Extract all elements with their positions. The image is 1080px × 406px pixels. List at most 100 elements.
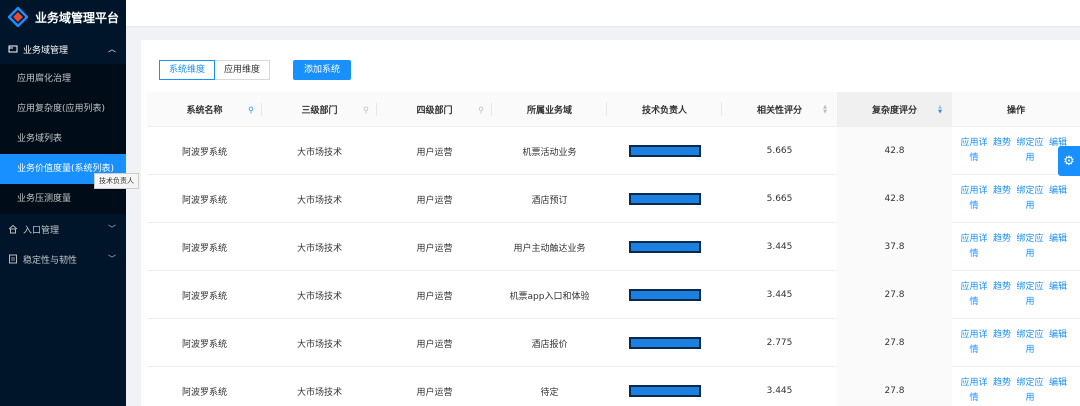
menu-group-entry[interactable]: 入口管理 ﹀: [0, 214, 126, 244]
bind-app-link[interactable]: 绑定应用: [1016, 136, 1044, 166]
sidebar-item-app-complexity[interactable]: 应用复杂度(应用列表): [0, 94, 126, 124]
row-actions: 应用详情 趋势 绑定应用 编辑: [960, 328, 1072, 358]
bind-app-link[interactable]: 绑定应用: [1016, 280, 1044, 310]
search-icon[interactable]: ⚲: [363, 105, 369, 114]
col-actions: 操作: [1006, 106, 1025, 116]
cell-owner: [607, 127, 722, 175]
col-owner: 技术负责人: [607, 92, 722, 127]
cell-relevance: 2.775: [766, 338, 793, 348]
cell-owner: [607, 319, 722, 367]
cell-dept4: 用户运营: [416, 339, 453, 350]
cell-domain: 机票活动业务: [522, 147, 577, 158]
cell-dept3: 大市场技术: [296, 291, 342, 302]
table-row: 阿波罗系统 大市场技术 用户运营 待定 3.445 27.8 应用详情 趋势 绑定应用 编辑: [147, 367, 1080, 406]
table-body: 阿波罗系统 大市场技术 用户运营 机票活动业务 5.665 42.8 应用详情 趋势 绑定应用编…: [147, 127, 1080, 406]
sort-icon[interactable]: ▲ ▼: [938, 104, 942, 115]
trend-link[interactable]: 趋势: [988, 328, 1016, 358]
row-actions: 应用详情 趋势 绑定应用 编辑: [960, 376, 1072, 406]
trend-link[interactable]: 趋势: [988, 280, 1016, 310]
chevron-down-icon: ﹀: [108, 254, 116, 264]
edit-link[interactable]: 编辑: [1044, 184, 1072, 214]
cell-dept3: 大市场技术: [296, 387, 342, 398]
cell-owner: [607, 175, 722, 223]
menu-group-stability[interactable]: 稳定性与韧性 ﹀: [0, 244, 126, 274]
chevron-down-icon: ﹀: [108, 224, 116, 234]
cell-actions: 应用详情 趋势 绑定应用 编辑: [952, 175, 1080, 223]
bind-app-link[interactable]: 绑定应用: [1016, 184, 1044, 214]
cell-system-name: 阿波罗系统: [181, 291, 227, 302]
cell-complexity: 42.8: [837, 175, 952, 223]
settings-gear-button[interactable]: ⚙: [1058, 146, 1080, 176]
menu-group-label: 稳定性与韧性: [23, 255, 78, 266]
menu-group-label: 入口管理: [23, 225, 60, 236]
redacted-owner: [628, 385, 701, 397]
row-actions: 应用详情 趋势 绑定应用 编辑: [960, 280, 1072, 310]
redacted-owner: [628, 337, 701, 349]
table-header: 系统名称 ⚲ 三级部门 ⚲ 四级部门 ⚲ 所属业务域 技术负责人 相关性评分 ▲…: [147, 92, 1080, 127]
app-detail-link[interactable]: 应用详情: [960, 136, 988, 166]
top-header: [126, 0, 1080, 27]
cell-complexity: 27.8: [837, 271, 952, 319]
col-dept3: 三级部门 ⚲: [262, 92, 377, 127]
col-relevance[interactable]: 相关性评分 ▲ ▼: [722, 92, 837, 127]
app-detail-link[interactable]: 应用详情: [960, 184, 988, 214]
sidebar-item-app-decay[interactable]: 应用腐化治理: [0, 64, 126, 94]
search-icon[interactable]: ⚲: [478, 105, 484, 114]
table-row: 阿波罗系统 大市场技术 用户运营 机票app入口和体验 3.445 27.8 应用详情 趋势绑…: [147, 271, 1080, 319]
cell-dept4: 用户运营: [416, 195, 453, 206]
row-actions: 应用详情 趋势 绑定应用 编辑: [960, 136, 1072, 166]
edit-link[interactable]: 编辑: [1044, 232, 1072, 262]
table-row: 阿波罗系统 大市场技术 用户运营 机票活动业务 5.665 42.8 应用详情 趋势 绑定应用编…: [147, 127, 1080, 175]
edit-link[interactable]: 编辑: [1044, 280, 1072, 310]
menu-group-label: 业务域管理: [23, 45, 69, 56]
trend-link[interactable]: 趋势: [988, 136, 1016, 166]
cell-actions: 应用详情 趋势 绑定应用 编辑: [952, 271, 1080, 319]
redacted-owner: [628, 241, 701, 253]
cell-system-name: 阿波罗系统: [181, 147, 227, 158]
tab-app-dimension[interactable]: 应用维度: [215, 60, 271, 80]
sidebar-item-domain-list[interactable]: 业务域列表: [0, 124, 126, 154]
cell-domain: 酒店预订: [531, 195, 568, 206]
table-row: 阿波罗系统 大市场技术 用户运营 用户主动触达业务 3.445 37.8 应用详情 趋势 绑定应…: [147, 223, 1080, 271]
app-detail-link[interactable]: 应用详情: [960, 232, 988, 262]
edit-link[interactable]: 编辑: [1044, 376, 1072, 406]
trend-link[interactable]: 趋势: [988, 376, 1016, 406]
cell-dept3: 大市场技术: [296, 147, 342, 158]
edit-link[interactable]: 编辑: [1044, 328, 1072, 358]
cell-dept3: 大市场技术: [296, 339, 342, 350]
cell-owner: [607, 223, 722, 271]
cell-complexity: 27.8: [837, 367, 952, 406]
search-icon[interactable]: ⚲: [248, 105, 254, 114]
row-actions: 应用详情 趋势 绑定应用 编辑: [960, 184, 1072, 214]
submenu-domain: 应用腐化治理 应用复杂度(应用列表) 业务域列表 业务价值度量(系统列表) 业务…: [0, 64, 126, 214]
menu-group-domain[interactable]: 业务域管理 ︿: [0, 34, 126, 64]
bind-app-link[interactable]: 绑定应用: [1016, 232, 1044, 262]
app-detail-link[interactable]: 应用详情: [960, 280, 988, 310]
cell-dept3: 大市场技术: [296, 195, 342, 206]
cell-owner: [607, 367, 722, 406]
col-complexity[interactable]: 复杂度评分 ▲ ▼: [837, 92, 952, 127]
trend-link[interactable]: 趋势: [988, 184, 1016, 214]
cell-dept4: 用户运营: [416, 243, 453, 254]
app-detail-link[interactable]: 应用详情: [960, 328, 988, 358]
sort-icon[interactable]: ▲ ▼: [823, 104, 827, 115]
redacted-owner: [628, 193, 701, 205]
cell-relevance: 3.445: [766, 386, 793, 396]
bind-app-link[interactable]: 绑定应用: [1016, 328, 1044, 358]
tab-system-dimension[interactable]: 系统维度: [159, 60, 216, 80]
cell-actions: 应用详情 趋势 绑定应用 编辑: [952, 367, 1080, 406]
cell-owner: [607, 271, 722, 319]
redacted-owner: [628, 289, 701, 301]
cell-domain: 酒店报价: [531, 339, 568, 350]
tooltip: 技术负责人: [94, 173, 139, 189]
app-detail-link[interactable]: 应用详情: [960, 376, 988, 406]
cell-relevance: 5.665: [766, 194, 793, 204]
brand[interactable]: 业务域管理平台: [0, 0, 126, 34]
cell-actions: 应用详情 趋势 绑定应用 编辑: [952, 319, 1080, 367]
trend-link[interactable]: 趋势: [988, 232, 1016, 262]
add-system-button[interactable]: 添加系统: [293, 60, 352, 80]
content-card: 系统维度 应用维度 添加系统 系统名称 ⚲ 三级部门 ⚲ 四级部门 ⚲ 所属业务…: [141, 40, 1080, 406]
bind-app-link[interactable]: 绑定应用: [1016, 376, 1044, 406]
chevron-up-icon: ︿: [108, 44, 116, 54]
table-row: 阿波罗系统 大市场技术 用户运营 酒店报价 2.775 27.8 应用详情 趋势 绑定应用 编辑: [147, 319, 1080, 367]
